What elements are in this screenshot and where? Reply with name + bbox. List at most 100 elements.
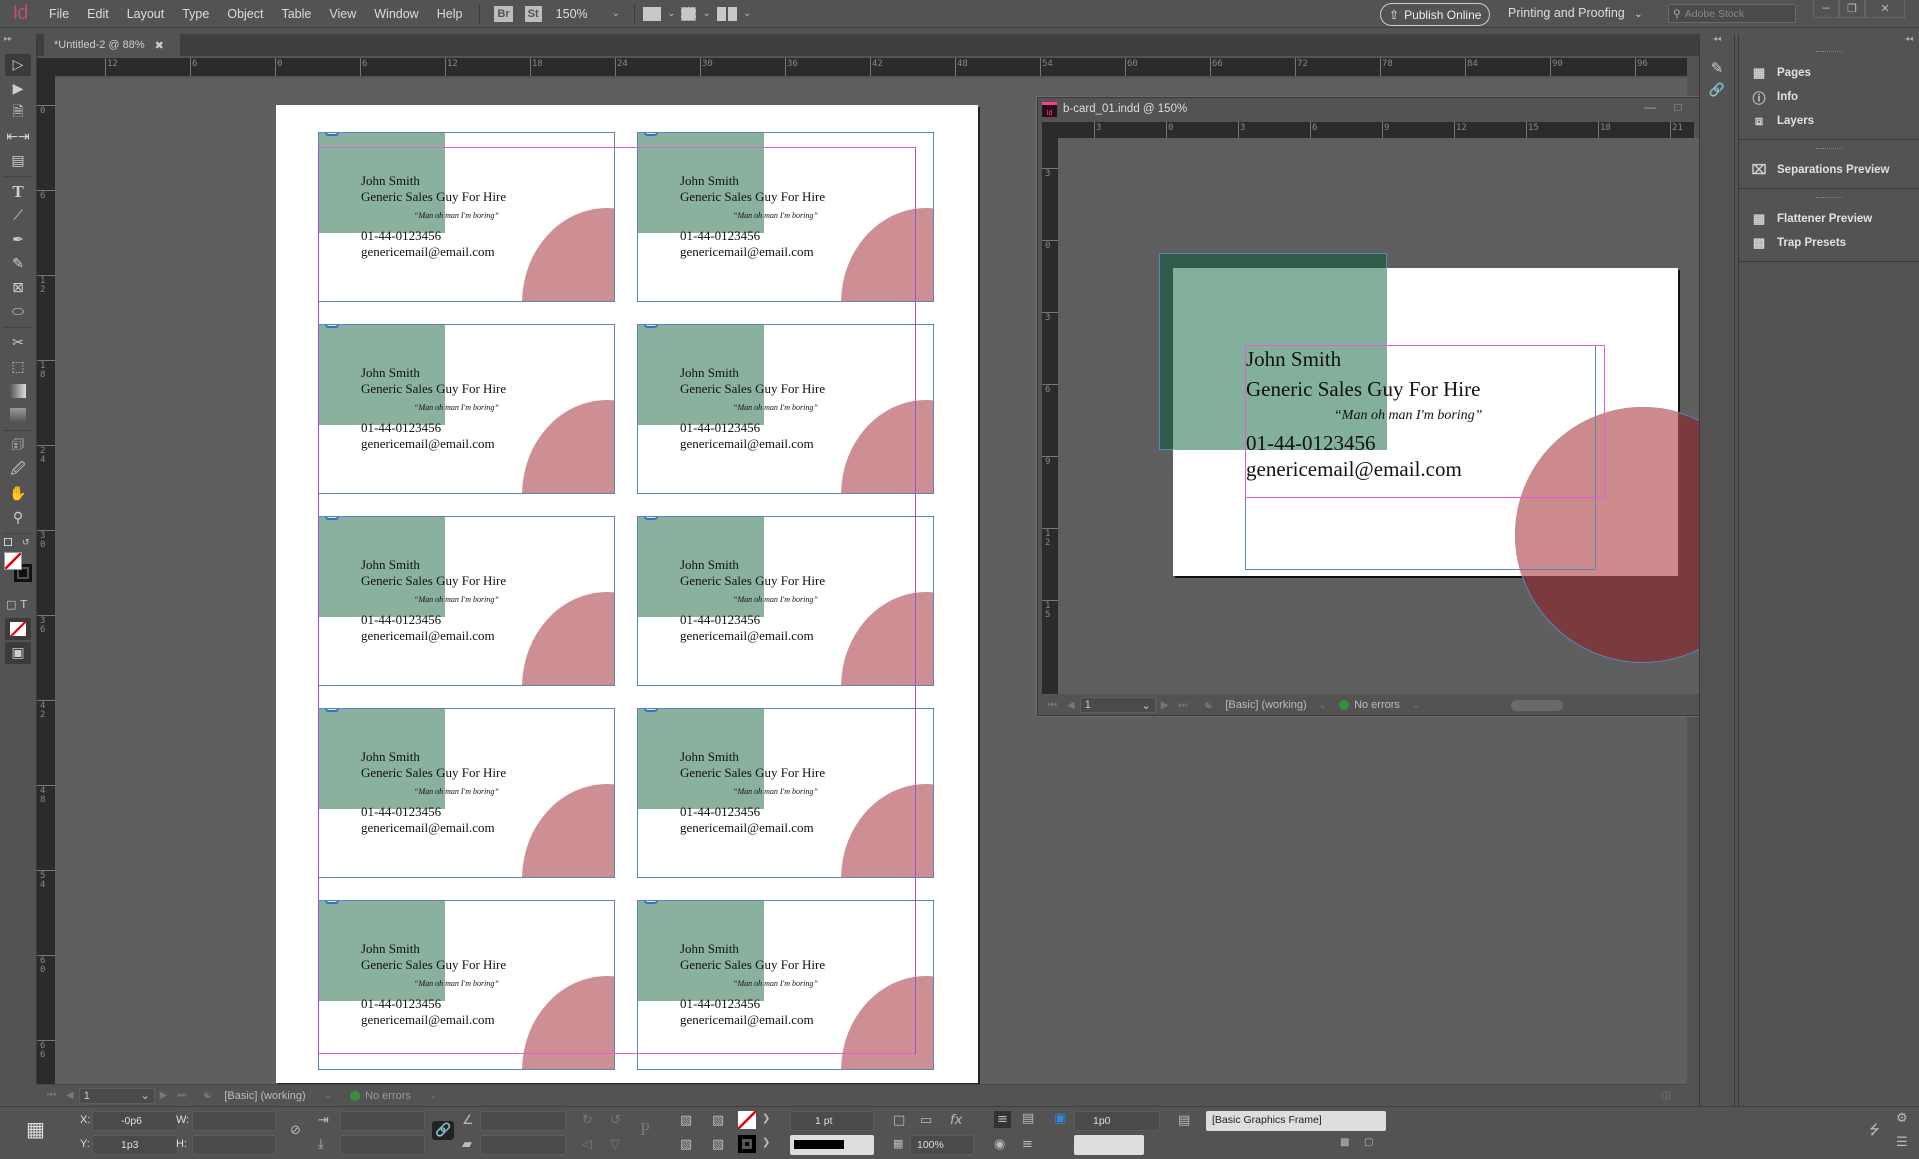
business-card-instance[interactable]: John Smith Generic Sales Guy For Hire “Man… <box>318 708 615 878</box>
chevron-down-icon[interactable]: ⌄ <box>1319 700 1327 711</box>
linked-item-icon[interactable] <box>325 901 339 904</box>
stroke-color-swatch[interactable] <box>738 1135 756 1153</box>
bridge-button[interactable]: Br <box>494 5 513 22</box>
apply-none-icon[interactable] <box>5 618 31 640</box>
chevron-down-icon[interactable]: ⌄ <box>324 1090 332 1101</box>
page-number-field[interactable]: 1 ⌄ <box>1079 697 1156 713</box>
frame-fitting-icon[interactable]: ▣ <box>1054 1111 1066 1126</box>
direct-selection-tool-icon[interactable]: ▶ <box>5 78 31 100</box>
ellipse-tool-icon[interactable]: ⬭ <box>5 301 31 323</box>
minimize-button[interactable]: ─ <box>1813 0 1839 18</box>
panel-item-pages[interactable]: ▦ Pages <box>1739 61 1919 85</box>
content-collector-icon[interactable]: ▤ <box>5 150 31 172</box>
chevron-down-icon[interactable]: ⌄ <box>667 8 675 19</box>
linked-item-icon[interactable] <box>644 325 658 328</box>
scale-x-icon[interactable]: ⇥ <box>318 1113 329 1128</box>
panel-grip[interactable] <box>1816 51 1842 57</box>
split-window-icon[interactable]: ◫ <box>1662 1090 1671 1101</box>
y-position-field[interactable]: 1p3 <box>92 1135 178 1155</box>
first-page-icon[interactable]: ⏮ <box>1048 700 1057 711</box>
preflight-errors[interactable]: No errors <box>1354 699 1400 711</box>
document-page[interactable]: John Smith Generic Sales Guy For Hire “Man… <box>276 105 978 1083</box>
linked-item-icon[interactable] <box>644 133 658 136</box>
clear-attributes-icon[interactable]: ▢ <box>1364 1137 1373 1148</box>
next-page-icon[interactable]: ▶ <box>1161 700 1169 711</box>
panel-menu-icon[interactable]: ☰ <box>1896 1135 1908 1150</box>
linked-item-icon[interactable] <box>325 133 339 136</box>
corner-shape-dropdown[interactable] <box>1074 1135 1144 1155</box>
document-tab[interactable]: *Untitled-2 @ 88% ✖ <box>44 34 180 56</box>
chevron-down-icon[interactable]: ⌄ <box>429 1090 437 1101</box>
effects-fx-icon[interactable]: fx <box>950 1113 962 1128</box>
view-options-icon[interactable] <box>643 6 662 21</box>
menu-edit[interactable]: Edit <box>78 7 118 21</box>
last-page-icon[interactable]: ⏭ <box>1178 700 1187 711</box>
clear-overrides-icon[interactable]: ▩ <box>1340 1137 1349 1148</box>
horizontal-ruler[interactable]: 12 6 0 6 12 18 24 30 36 42 48 54 60 66 72 78 84 90 96 <box>37 58 1687 76</box>
first-page-icon[interactable]: ⏮ <box>47 1090 56 1101</box>
chevron-down-icon[interactable]: ⌄ <box>1141 699 1150 712</box>
selection-tool-icon[interactable]: ▷ <box>5 54 31 76</box>
menu-table[interactable]: Table <box>272 7 320 21</box>
menu-help[interactable]: Help <box>428 7 472 21</box>
panel-item-separations-preview[interactable]: ⌧ Separations Preview <box>1739 158 1919 182</box>
rotate-counterclockwise-icon[interactable]: ↺ <box>610 1113 621 1128</box>
expand-icon[interactable]: ▸▸ <box>0 34 36 52</box>
object-style-icon[interactable]: ▤ <box>1178 1113 1190 1128</box>
panel-item-layers[interactable]: ⧈ Layers <box>1739 109 1919 133</box>
linked-item-icon[interactable] <box>325 517 339 520</box>
type-tool-icon[interactable]: T <box>5 181 31 203</box>
fill-stroke-swatches[interactable]: ↺ <box>0 538 36 598</box>
default-colors-icon[interactable] <box>4 538 12 546</box>
business-card-instance[interactable]: John Smith Generic Sales Guy For Hire “Man… <box>318 132 615 302</box>
scale-x-field[interactable] <box>340 1111 425 1131</box>
business-card-instance[interactable]: John Smith Generic Sales Guy For Hire “Man… <box>637 708 934 878</box>
gradient-swatch-tool-icon[interactable] <box>5 380 31 402</box>
gap-tool-icon[interactable]: ⇤⇥ <box>5 126 31 148</box>
linked-item-icon[interactable] <box>325 709 339 712</box>
rotate-clockwise-icon[interactable]: ↻ <box>582 1113 593 1128</box>
previous-page-icon[interactable]: ◀ <box>66 1090 74 1101</box>
menu-window[interactable]: Window <box>365 7 427 21</box>
horizontal-scrollbar[interactable] <box>1431 698 1621 712</box>
linked-item-icon[interactable] <box>644 901 658 904</box>
text-wrap-none-icon[interactable]: ≡ <box>994 1111 1011 1128</box>
eyedropper-tool-icon[interactable]: 🖉 <box>5 459 31 481</box>
text-formatting-icon[interactable]: T <box>20 598 27 616</box>
constrain-proportions-icon[interactable]: ⊘ <box>290 1123 301 1138</box>
x-position-field[interactable]: -0p6 <box>92 1111 178 1131</box>
height-field[interactable] <box>192 1135 276 1155</box>
window-pasteboard[interactable]: John Smith Generic Sales Guy For Hire “M… <box>1058 138 1712 694</box>
stroke-type-dropdown[interactable] <box>790 1135 874 1155</box>
card-text-block[interactable]: John Smith Generic Sales Guy For Hire “M… <box>1246 344 1482 484</box>
select-content-icon[interactable]: ▧ <box>680 1137 692 1152</box>
zoom-dropdown-chevron-icon[interactable]: ⌄ <box>612 8 620 19</box>
scale-y-icon[interactable]: ⤓ <box>318 1137 324 1152</box>
open-page-icon[interactable]: ☯ <box>203 1090 212 1101</box>
shear-field[interactable] <box>480 1135 566 1155</box>
rectangle-frame-tool-icon[interactable]: ⊠ <box>5 277 31 299</box>
panel-item-flattener-preview[interactable]: ▦ Flattener Preview <box>1739 207 1919 231</box>
close-button[interactable]: ✕ <box>1865 0 1905 18</box>
business-card-instance[interactable]: John Smith Generic Sales Guy For Hire “Man… <box>318 324 615 494</box>
stroke-swatch-menu-icon[interactable]: ❯ <box>762 1137 770 1148</box>
gradient-feather-tool-icon[interactable] <box>5 404 31 426</box>
previous-page-icon[interactable]: ◀ <box>1067 700 1075 711</box>
rotation-angle-icon[interactable]: ∠ <box>462 1113 474 1128</box>
scrollbar-thumb[interactable] <box>1511 700 1564 711</box>
fill-swatch-menu-icon[interactable]: ❯ <box>762 1113 770 1124</box>
opacity-icon[interactable]: ▦ <box>893 1137 903 1150</box>
reference-point-icon[interactable]: ▦ <box>26 1117 45 1141</box>
menu-view[interactable]: View <box>320 7 365 21</box>
pencil-tool-icon[interactable]: ✎ <box>5 253 31 275</box>
menu-file[interactable]: File <box>40 7 78 21</box>
chevron-down-icon[interactable]: ⌄ <box>140 1089 149 1102</box>
chevron-down-icon[interactable]: ⌄ <box>1412 700 1420 711</box>
free-transform-tool-icon[interactable]: ⬚ <box>5 356 31 378</box>
linked-item-icon[interactable] <box>644 517 658 520</box>
preflight-panel-icon[interactable]: ✎ <box>1700 59 1734 77</box>
text-wrap-bounding-icon[interactable]: ▤ <box>1022 1111 1034 1126</box>
panel-grip[interactable] <box>1816 148 1842 154</box>
text-wrap-shape-icon[interactable]: ◉ <box>994 1137 1005 1152</box>
text-wrap-jump-icon[interactable]: ≡ <box>1022 1137 1033 1152</box>
